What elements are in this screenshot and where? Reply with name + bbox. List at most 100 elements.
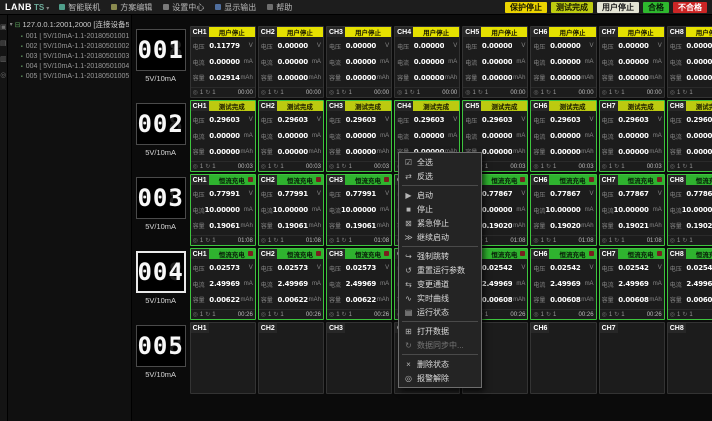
channel-footer: ◎1↻100:03	[668, 161, 712, 171]
voltage-value: 0.77867	[682, 190, 712, 198]
channel-card-004-ch3[interactable]: CH3恒流充电电压0.02573V电流2.49969mA容量0.00622mAh…	[326, 248, 392, 320]
tree-item-device-4[interactable]: ▪004 [ 5V/10mA-1.1-20180501004]	[10, 63, 129, 70]
channel-card-001-ch5[interactable]: CH5用户停止电压0.00000V电流0.00000mA容量0.00000mAh…	[462, 26, 528, 98]
menu-item-open-data[interactable]: ⊞打开数据	[399, 324, 481, 338]
menu-smart-connect-label: 智能联机	[68, 2, 100, 13]
menu-item-stop[interactable]: ■停止	[399, 202, 481, 216]
capacity-value: 0.00608	[682, 296, 712, 304]
device-display-004[interactable]: 8880045V/10mA	[134, 248, 188, 320]
invert-selection-icon: ⇄	[404, 172, 413, 181]
channel-readings: 电压0.00000V电流0.00000mA容量0.00000mAh	[531, 37, 595, 87]
data-list-icon[interactable]: ▤	[0, 39, 7, 47]
channel-card-004-ch8[interactable]: CH8恒流充电电压0.02542V电流2.49969mA容量0.00608mAh…	[667, 248, 712, 320]
channel-card-002-ch3[interactable]: CH3测试完成电压0.29603V电流0.00000mA容量0.00000mAh…	[326, 100, 392, 172]
menu-smart-connect[interactable]: 智能联机	[59, 2, 100, 13]
seven-segment-display[interactable]: 888001	[136, 29, 186, 71]
delete-icon: ×	[404, 360, 413, 369]
capacity-value: 0.00000	[273, 148, 308, 156]
channel-card-005-ch2[interactable]: CH2	[258, 322, 324, 394]
menu-item-select-all[interactable]: ☑全选	[399, 155, 481, 169]
seven-segment-display[interactable]: 888002	[136, 103, 186, 145]
channel-card-003-ch6[interactable]: CH6恒流充电电压0.77867V电流10.00000mA容量0.19020mA…	[530, 174, 596, 246]
channel-card-001-ch4[interactable]: CH4用户停止电压0.00000V电流0.00000mA容量0.00000mAh…	[394, 26, 460, 98]
menu-settings-center[interactable]: 设置中心	[163, 2, 204, 13]
menu-item-invert-selection[interactable]: ⇄反选	[399, 169, 481, 183]
channel-footer: ◎1↻100:26	[259, 309, 323, 319]
seven-segment-display[interactable]: 888005	[136, 325, 186, 367]
channel-card-001-ch3[interactable]: CH3用户停止电压0.00000V电流0.00000mA容量0.00000mAh…	[326, 26, 392, 98]
loop-number: 1	[212, 90, 215, 96]
channel-card-002-ch1[interactable]: CH1测试完成电压0.29603V电流0.00000mA容量0.00000mAh…	[190, 100, 256, 172]
tree-item-device-1[interactable]: ▪001 [ 5V/10mA-1.1-20180501001]	[10, 33, 129, 40]
channel-card-004-ch6[interactable]: CH6恒流充电电压0.02542V电流2.49969mA容量0.00608mAh…	[530, 248, 596, 320]
menu-item-run-status[interactable]: ▤运行状态	[399, 305, 481, 319]
current-unit: mA	[240, 281, 253, 287]
channel-card-005-ch7[interactable]: CH7	[599, 322, 665, 394]
channel-card-002-ch8[interactable]: CH8测试完成电压0.29603V电流0.00000mA容量0.00000mAh…	[667, 100, 712, 172]
channel-card-001-ch2[interactable]: CH2用户停止电压0.00000V电流0.00000mA容量0.00000mAh…	[258, 26, 324, 98]
voltage-value: 0.11779	[205, 42, 240, 50]
menu-item-reset-run-params[interactable]: ↺重置运行参数	[399, 263, 481, 277]
voltage-unit: V	[512, 117, 525, 123]
menu-item-emergency-stop[interactable]: ⊠紧急停止	[399, 216, 481, 230]
tree-root[interactable]: ▾ ⊟ 127.0.0.1:2001,2000 [连接设备5 台]	[10, 19, 129, 30]
device-display-005[interactable]: 8880055V/10mA	[134, 322, 188, 394]
about-icon[interactable]: ◎	[0, 71, 6, 79]
capacity-unit: mAh	[308, 149, 321, 155]
channel-card-005-ch1[interactable]: CH1	[190, 322, 256, 394]
channel-name: CH3	[327, 101, 345, 111]
channel-card-001-ch1[interactable]: CH1用户停止电压0.11779V电流0.00000mA容量0.02914mAh…	[190, 26, 256, 98]
channel-card-header: CH7恒流充电	[600, 249, 664, 259]
channel-card-003-ch2[interactable]: CH2恒流充电电压0.77991V电流10.00000mA容量0.19061mA…	[258, 174, 324, 246]
voltage-unit: V	[308, 265, 321, 271]
menu-help[interactable]: 帮助	[267, 2, 292, 13]
current-value: 0.00000	[205, 58, 240, 66]
menu-item-delete-status[interactable]: ×删除状态	[399, 357, 481, 371]
channel-card-004-ch7[interactable]: CH7恒流充电电压0.02542V电流2.49969mA容量0.00608mAh…	[599, 248, 665, 320]
channel-card-003-ch3[interactable]: CH3恒流充电电压0.77991V电流10.00000mA容量0.19061mA…	[326, 174, 392, 246]
tree-item-device-3[interactable]: ▪003 [ 5V/10mA-1.1-20180501003]	[10, 53, 129, 60]
channel-card-004-ch1[interactable]: CH1恒流充电电压0.02573V电流2.49969mA容量0.00622mAh…	[190, 248, 256, 320]
voltage-unit: V	[240, 191, 253, 197]
menu-item-realtime-curve[interactable]: ∿实时曲线	[399, 291, 481, 305]
voltage-value: 0.29603	[682, 116, 712, 124]
monitor-icon[interactable]: ▣	[0, 23, 7, 31]
channel-card-002-ch6[interactable]: CH6测试完成电压0.29603V电流0.00000mA容量0.00000mAh…	[530, 100, 596, 172]
tree-item-device-2[interactable]: ▪002 [ 5V/10mA-1.1-20180501002]	[10, 43, 129, 50]
channel-status-badge: 恒流充电	[345, 175, 391, 185]
seven-segment-display[interactable]: 888003	[136, 177, 186, 219]
channel-card-001-ch6[interactable]: CH6用户停止电压0.00000V电流0.00000mA容量0.00000mAh…	[530, 26, 596, 98]
channel-name: CH7	[600, 249, 618, 259]
device-model-label: 5V/10mA	[145, 222, 176, 231]
device-display-003[interactable]: 888003 5V/10mA	[134, 174, 188, 246]
channel-card-002-ch7[interactable]: CH7测试完成电压0.29603V电流0.00000mA容量0.00000mAh…	[599, 100, 665, 172]
menu-display-output[interactable]: 显示输出	[215, 2, 256, 13]
channel-card-003-ch8[interactable]: CH8恒流充电电压0.77867V电流10.00000mA容量0.19020mA…	[667, 174, 712, 246]
channel-card-004-ch2[interactable]: CH2恒流充电电压0.02573V电流2.49969mA容量0.00622mAh…	[258, 248, 324, 320]
channel-status-badge: 测试完成	[618, 101, 664, 111]
channel-card-003-ch7[interactable]: CH7恒流充电电压0.77867V电流10.00000mA容量0.19021mA…	[599, 174, 665, 246]
voltage-unit: V	[308, 191, 321, 197]
current-value: 10.00000	[682, 206, 712, 214]
seven-segment-display[interactable]: 888004	[136, 251, 186, 293]
channel-card-002-ch2[interactable]: CH2测试完成电压0.29603V电流0.00000mA容量0.00000mAh…	[258, 100, 324, 172]
menu-item-alarm-clear[interactable]: ◎报警解除	[399, 371, 481, 385]
channel-card-001-ch8[interactable]: CH8用户停止电压0.00000V电流0.00000mA容量0.00000mAh…	[667, 26, 712, 98]
channel-card-003-ch1[interactable]: CH1恒流充电电压0.77991V电流10.00000mA容量0.19061mA…	[190, 174, 256, 246]
channel-card-005-ch6[interactable]: CH6	[530, 322, 596, 394]
channel-card-001-ch7[interactable]: CH7用户停止电压0.00000V电流0.00000mA容量0.00000mAh…	[599, 26, 665, 98]
tree-item-device-5[interactable]: ▪005 [ 5V/10mA-1.1-20180501005]	[10, 73, 129, 80]
channel-name: CH8	[668, 175, 686, 185]
device-display-002[interactable]: 8880025V/10mA	[134, 100, 188, 172]
menu-item-change-channel[interactable]: ⇆变更通道	[399, 277, 481, 291]
menu-plan-edit[interactable]: 方案编辑	[111, 2, 152, 13]
current-label: 电流	[602, 206, 614, 215]
menu-item-force-jump[interactable]: ↪强制跳转	[399, 249, 481, 263]
device-icon[interactable]: ▥	[0, 55, 7, 63]
menu-item-start[interactable]: ▶启动	[399, 188, 481, 202]
device-display-001[interactable]: 8880015V/10mA	[134, 26, 188, 98]
app-logo[interactable]: LANB TS ▾	[5, 2, 49, 12]
menu-item-continue-start[interactable]: ≫继续启动	[399, 230, 481, 244]
channel-card-005-ch3[interactable]: CH3	[326, 322, 392, 394]
channel-card-005-ch8[interactable]: CH8	[667, 322, 712, 394]
